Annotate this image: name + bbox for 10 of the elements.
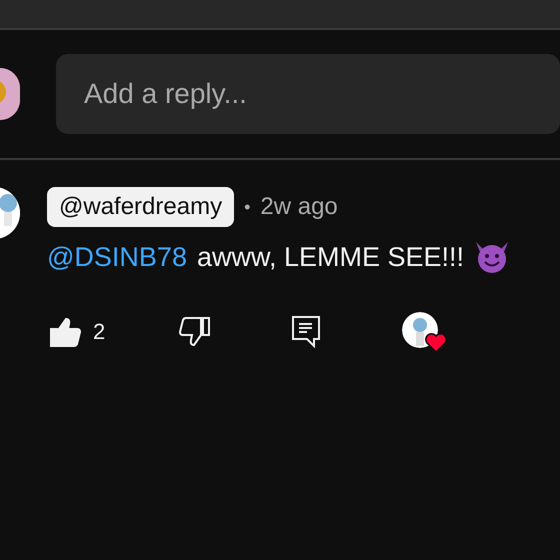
reply-field[interactable]: Add a reply... — [56, 54, 560, 134]
timestamp: 2w ago — [260, 192, 338, 222]
comment-text: awww, LEMME SEE!!! — [196, 241, 464, 274]
devil-emoji-icon — [474, 240, 510, 274]
thumbs-down-icon — [179, 316, 211, 346]
like-button[interactable]: 2 — [49, 315, 179, 348]
author-handle[interactable]: @waferdreamy — [47, 187, 234, 227]
comment-icon — [292, 316, 320, 348]
dot-separator: • — [244, 196, 250, 218]
mention-link[interactable]: @DSINB78 — [47, 237, 187, 278]
